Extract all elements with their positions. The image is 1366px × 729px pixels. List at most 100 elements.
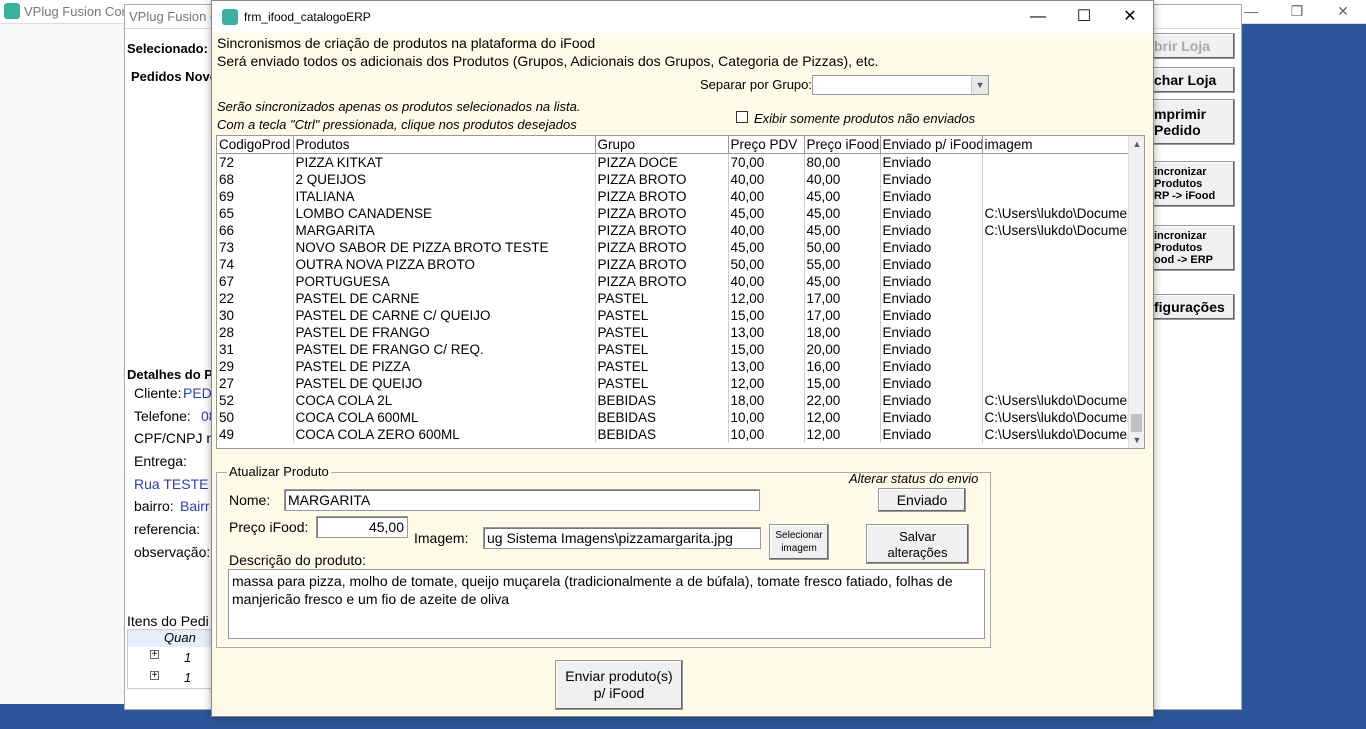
expand-icon[interactable]: +	[150, 671, 159, 681]
save-changes-button[interactable]: Salvar alterações	[866, 524, 969, 564]
sync1-line2: Produtos	[1154, 178, 1203, 190]
price-field[interactable]: 45,00	[316, 516, 408, 538]
cell-image	[982, 238, 1130, 256]
table-row[interactable]: 65 LOMBO CANADENSE PIZZA BROTO 45,00 45,00 En…	[217, 204, 1130, 222]
table-row[interactable]: 29 PASTEL DE PIZZA PASTEL 13,00 16,00 Enviado	[217, 357, 1130, 375]
cell-price-ifood: 17,00	[804, 306, 881, 324]
cell-code: 72	[217, 153, 294, 171]
col-header-image[interactable]: imagem	[982, 136, 1130, 154]
cell-product: PASTEL DE FRANGO C/ REQ.	[293, 340, 596, 358]
settings-button[interactable]: figurações	[1151, 294, 1235, 320]
table-row[interactable]: 72 PIZZA KITKAT PIZZA DOCE 70,00 80,00 Enviad…	[217, 153, 1130, 171]
cell-image	[982, 306, 1130, 324]
col-header-product[interactable]: Produtos	[293, 136, 596, 154]
send-to-ifood-button[interactable]: Enviar produto(s) p/ iFood	[555, 660, 683, 710]
table-row[interactable]: 67 PORTUGUESA PIZZA BROTO 40,00 45,00 Enviado	[217, 272, 1130, 290]
close-icon[interactable]: ✕	[1320, 0, 1366, 24]
table-row[interactable]: 28 PASTEL DE FRANGO PASTEL 13,00 18,00 Enviad…	[217, 323, 1130, 341]
table-row[interactable]: 50 COCA COLA 600ML BEBIDAS 10,00 12,00 Enviad…	[217, 408, 1130, 426]
cell-product: PASTEL DE CARNE C/ QUEIJO	[293, 306, 596, 324]
table-row[interactable]: 27 PASTEL DE QUEIJO PASTEL 12,00 15,00 Enviad…	[217, 374, 1130, 392]
select-image-button[interactable]: Selecionar imagem	[769, 524, 829, 560]
table-row[interactable]: 52 COCA COLA 2L BEBIDAS 18,00 22,00 Enviado C:…	[217, 391, 1130, 409]
grid-scrollbar[interactable]: ▲ ▼	[1128, 136, 1144, 448]
table-row[interactable]: 22 PASTEL DE CARNE PASTEL 12,00 17,00 Enviado	[217, 289, 1130, 307]
cell-image: C:\Users\lukdo\Documen	[982, 391, 1130, 409]
cell-product: PIZZA KITKAT	[293, 153, 596, 171]
chevron-down-icon[interactable]: ▼	[971, 76, 988, 94]
table-row[interactable]: 30 PASTEL DE CARNE C/ QUEIJO PASTEL 15,00 17…	[217, 306, 1130, 324]
status-toggle-button[interactable]: Enviado	[878, 488, 966, 512]
table-row[interactable]: 31 PASTEL DE FRANGO C/ REQ. PASTEL 15,00 20,…	[217, 340, 1130, 358]
cliente-label: Cliente:	[134, 385, 182, 401]
sync2-line1: incronizar	[1154, 230, 1207, 242]
cell-image	[982, 153, 1130, 171]
description-textarea[interactable]: massa para pizza, molho de tomate, queij…	[228, 569, 985, 639]
minimize-icon[interactable]: —	[1015, 1, 1061, 33]
cell-group: PIZZA BROTO	[595, 272, 729, 290]
table-row[interactable]: 73 NOVO SABOR DE PIZZA BROTO TESTE PIZZA B…	[217, 238, 1130, 256]
cell-sent: Enviado	[880, 238, 983, 256]
scroll-up-icon[interactable]: ▲	[1129, 136, 1144, 152]
cell-price-pdv: 13,00	[728, 357, 805, 375]
col-header-price-pdv[interactable]: Preço PDV	[728, 136, 805, 154]
dialog-title: frm_ifood_catalogoERP	[244, 10, 371, 24]
restore-icon[interactable]: ❐	[1274, 0, 1320, 24]
image-path-field[interactable]: ug Sistema Imagens\pizzamargarita.jpg	[483, 527, 761, 549]
table-row[interactable]: 49 COCA COLA ZERO 600ML BEBIDAS 10,00 12,00 E…	[217, 425, 1130, 443]
cell-product: COCA COLA 600ML	[293, 408, 596, 426]
table-row[interactable]: 69 ITALIANA PIZZA BROTO 40,00 45,00 Enviado	[217, 187, 1130, 205]
open-store-button[interactable]: brir Loja	[1151, 33, 1235, 59]
dialog-titlebar: frm_ifood_catalogoERP — ☐ ✕	[212, 1, 1153, 33]
scroll-thumb[interactable]	[1131, 414, 1142, 432]
products-header-row: CodigoProd Produtos Grupo Preço PDV Preç…	[217, 136, 1130, 154]
print-order-line1: mprimir	[1154, 106, 1207, 122]
cell-image: C:\Users\lukdo\Documen	[982, 408, 1130, 426]
products-body: 72 PIZZA KITKAT PIZZA DOCE 70,00 80,00 Enviad…	[217, 153, 1130, 443]
cell-image	[982, 289, 1130, 307]
sync-erp-to-ifood-button[interactable]: incronizar Produtos RP -> iFood	[1151, 161, 1235, 207]
cell-image	[982, 323, 1130, 341]
cell-sent: Enviado	[880, 340, 983, 358]
col-header-price-ifood[interactable]: Preço iFood	[804, 136, 881, 154]
products-grid[interactable]: CodigoProd Produtos Grupo Preço PDV Preç…	[216, 135, 1145, 449]
cell-price-ifood: 55,00	[804, 255, 881, 273]
cell-group: BEBIDAS	[595, 391, 729, 409]
cell-group: BEBIDAS	[595, 408, 729, 426]
col-header-group[interactable]: Grupo	[595, 136, 729, 154]
cell-group: PIZZA BROTO	[595, 238, 729, 256]
sync-ifood-to-erp-button[interactable]: incronizar Produtos ood -> ERP	[1151, 225, 1235, 271]
col-header-sent[interactable]: Enviado p/ iFood	[880, 136, 983, 154]
cell-code: 68	[217, 170, 294, 188]
cell-price-pdv: 40,00	[728, 187, 805, 205]
cell-code: 30	[217, 306, 294, 324]
expand-icon[interactable]: +	[150, 650, 159, 660]
name-field[interactable]: MARGARITA	[284, 489, 760, 511]
close-icon[interactable]: ✕	[1107, 1, 1153, 33]
cell-sent: Enviado	[880, 374, 983, 392]
select-image-line2: imagem	[781, 543, 817, 554]
entrega-label: Entrega:	[134, 453, 187, 469]
only-unsent-checkbox[interactable]	[736, 111, 748, 123]
cell-sent: Enviado	[880, 170, 983, 188]
maximize-icon[interactable]: ☐	[1061, 1, 1107, 33]
close-store-button[interactable]: char Loja	[1151, 67, 1235, 93]
heading-1: Sincronismos de criação de produtos na p…	[217, 35, 596, 51]
scroll-down-icon[interactable]: ▼	[1129, 432, 1144, 448]
cell-sent: Enviado	[880, 425, 983, 443]
table-row[interactable]: 66 MARGARITA PIZZA BROTO 40,00 45,00 Enviado C…	[217, 221, 1130, 239]
cell-image	[982, 340, 1130, 358]
cell-price-ifood: 50,00	[804, 238, 881, 256]
cell-price-ifood: 80,00	[804, 153, 881, 171]
print-order-button[interactable]: mprimir Pedido	[1151, 99, 1235, 145]
table-row[interactable]: 74 OUTRA NOVA PIZZA BROTO PIZZA BROTO 50,00…	[217, 255, 1130, 273]
cell-price-pdv: 40,00	[728, 170, 805, 188]
items-grid: Quan + 1 + 1	[127, 629, 214, 689]
cell-price-ifood: 16,00	[804, 357, 881, 375]
only-unsent-label: Exibir somente produtos não enviados	[754, 111, 976, 126]
group-select[interactable]: ▼	[812, 75, 989, 95]
col-header-code[interactable]: CodigoProd	[217, 136, 294, 154]
cell-code: 65	[217, 204, 294, 222]
table-row[interactable]: 68 2 QUEIJOS PIZZA BROTO 40,00 40,00 Enviado	[217, 170, 1130, 188]
cell-group: PASTEL	[595, 289, 729, 307]
